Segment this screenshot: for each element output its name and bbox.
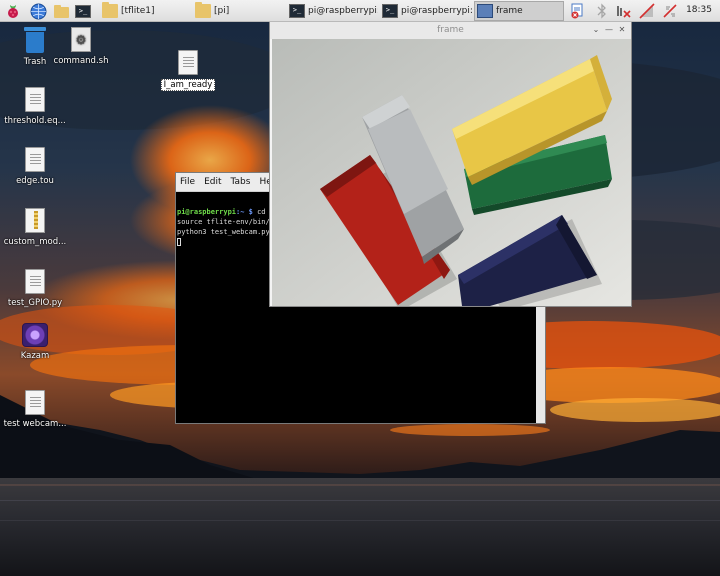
desktop-icon-label: test_GPIO.py	[7, 298, 63, 308]
document-icon	[25, 269, 45, 294]
desktop: >_ [tflite1] [pi] >_ pi@raspberrypi: ...…	[0, 0, 720, 576]
desktop-icon-label: custom_mod...	[3, 237, 67, 247]
menu-edit[interactable]: Edit	[204, 177, 221, 187]
web-browser-icon[interactable]	[29, 2, 47, 20]
desktop-icon-test-gpio[interactable]: test_GPIO.py	[0, 269, 70, 308]
terminal-icon: >_	[382, 4, 398, 18]
frame-title: frame	[437, 25, 464, 35]
task-label: [tflite1]	[121, 6, 155, 16]
update-notifier-icon[interactable]	[569, 2, 587, 20]
volume-muted-icon[interactable]	[638, 2, 656, 20]
desktop-icon-command-sh[interactable]: ⚙ command.sh	[46, 27, 116, 66]
frame-icon	[477, 4, 493, 18]
clock[interactable]: 18:35	[686, 5, 712, 15]
task-terminal-2[interactable]: >_ pi@raspberrypi: ~	[380, 1, 472, 21]
chevron-down-icon[interactable]: ⌄	[591, 25, 601, 35]
close-button[interactable]: ✕	[617, 25, 627, 35]
trash-icon	[24, 27, 46, 53]
terminal-prompt-user: pi@raspberrypi	[177, 208, 237, 216]
bluetooth-icon[interactable]	[593, 2, 611, 20]
desktop-icon-label: test webcam...	[3, 419, 67, 429]
terminal-prompt-path: :~ $	[236, 208, 253, 216]
task-label: frame	[496, 6, 523, 16]
desktop-icon-i-am-ready[interactable]: I_am_ready	[153, 50, 223, 91]
task-tflite1[interactable]: [tflite1]	[100, 1, 190, 21]
cpu-usage-icon[interactable]	[661, 2, 679, 20]
document-icon	[178, 50, 198, 75]
desktop-icon-edge[interactable]: edge.tou	[0, 147, 70, 186]
desktop-icon-kazam[interactable]: Kazam	[0, 323, 70, 361]
desktop-icon-test-webcam[interactable]: test webcam...	[0, 390, 70, 429]
taskbar: >_ [tflite1] [pi] >_ pi@raspberrypi: ...…	[0, 0, 720, 22]
desktop-icon-label: I_am_ready	[160, 79, 216, 91]
desktop-icon-custom-model[interactable]: custom_mod...	[0, 208, 70, 247]
task-label: pi@raspberrypi: ~	[401, 6, 472, 16]
terminal-line-3: python3 test_webcam.py	[177, 228, 270, 236]
network-disconnected-icon[interactable]	[615, 2, 633, 20]
archive-icon	[25, 208, 45, 233]
task-label: [pi]	[214, 6, 230, 16]
folder-icon	[195, 2, 211, 18]
raspberry-menu-icon[interactable]	[4, 2, 22, 20]
document-icon	[25, 87, 45, 112]
task-frame[interactable]: frame	[474, 1, 564, 21]
script-icon: ⚙	[71, 27, 91, 52]
frame-titlebar[interactable]: frame ⌄ — ✕	[270, 22, 631, 39]
desktop-icon-label: command.sh	[53, 56, 109, 66]
terminal-icon: >_	[289, 4, 305, 18]
frame-window[interactable]: frame ⌄ — ✕	[269, 21, 632, 307]
terminal-launcher-icon[interactable]: >_	[74, 2, 92, 20]
desktop-icon-label: threshold.eq...	[4, 116, 66, 126]
terminal-cursor	[177, 238, 181, 246]
menu-file[interactable]: File	[180, 177, 195, 187]
webcam-frame	[272, 39, 631, 306]
minimize-button[interactable]: —	[604, 25, 614, 35]
desktop-icon-threshold[interactable]: threshold.eq...	[0, 87, 70, 126]
task-terminal-1[interactable]: >_ pi@raspberrypi: ...	[287, 1, 378, 21]
desktop-icon-label: Kazam	[20, 351, 50, 361]
file-manager-icon[interactable]	[52, 2, 70, 20]
folder-icon	[102, 2, 118, 18]
task-pi[interactable]: [pi]	[193, 1, 283, 21]
kazam-icon	[22, 323, 48, 347]
desktop-icon-label: edge.tou	[16, 176, 54, 186]
webcam-image	[272, 39, 631, 306]
document-icon	[25, 147, 45, 172]
menu-tabs[interactable]: Tabs	[231, 177, 251, 187]
task-label: pi@raspberrypi: ...	[308, 6, 378, 16]
document-icon	[25, 390, 45, 415]
